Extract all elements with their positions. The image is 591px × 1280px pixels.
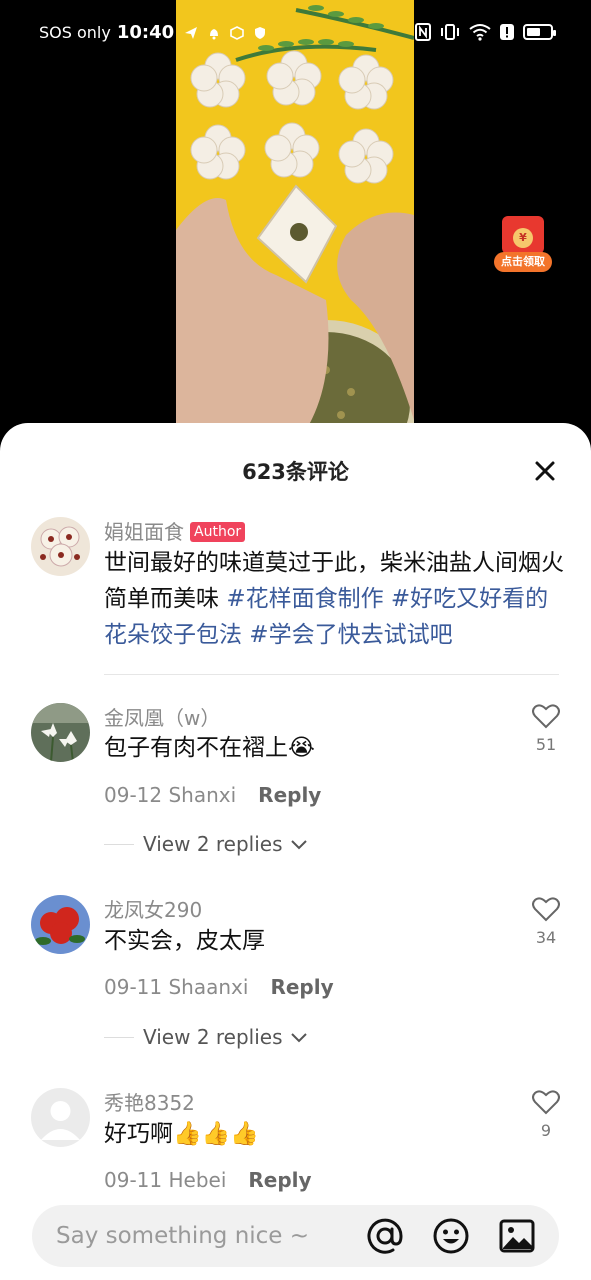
status-right [415,23,556,41]
heart-icon [532,704,560,729]
comment-text: 世间最好的味道莫过于此，柴米油盐人间烟火简单而美味 #花样面食制作 #好吃又好看… [104,545,564,653]
date-location: 09-11 Shaanxi [104,975,249,999]
author-badge: Author [190,522,246,542]
comment-username[interactable]: 秀艳8352 [104,1087,195,1116]
comment-text: 不实会，皮太厚 [104,928,265,954]
alert-icon [500,24,514,40]
comment-username[interactable]: 龙凤女290 [104,894,202,923]
comment-username[interactable]: 娟姐面食 Author [104,516,246,545]
shield-icon [255,26,266,39]
clock: 10:40 [116,22,175,43]
comment-input-container[interactable] [32,1205,559,1267]
replies-line [104,843,134,845]
red-packet-label: 点击领取 [494,252,552,272]
like-button[interactable]: 9 [528,1089,564,1140]
red-packet-button[interactable]: ¥ 点击领取 [494,216,552,274]
status-left: SOS only 10:40 [39,22,267,43]
reply-button[interactable]: Reply [270,975,333,999]
box-icon [230,25,244,40]
at-icon[interactable] [366,1217,404,1255]
comments-sheet: 623条评论 娟姐面食 Author 世间最好的味道莫过于此，柴米油盐人间烟火简单… [0,423,591,1280]
comment-text: 好巧啊👍👍👍 [104,1121,259,1147]
replies-line [104,1036,134,1038]
like-button[interactable]: 51 [528,703,564,754]
send-icon [185,26,198,39]
like-count: 9 [540,1121,552,1140]
battery-icon [523,24,556,40]
comment-meta: 09-11 Hebei Reply [104,1168,312,1192]
like-count: 51 [535,735,557,754]
emoji-icon[interactable] [432,1217,470,1255]
comment-input[interactable] [56,1217,356,1255]
avatar[interactable] [31,517,90,576]
status-bar: SOS only 10:40 [0,0,591,66]
comment-meta: 09-12 Shanxi Reply [104,783,321,807]
heart-icon [532,897,560,922]
chevron-down-icon [290,1033,307,1043]
comments-count-title: 623条评论 [242,460,349,484]
view-replies-button[interactable]: View 2 replies [104,1025,309,1049]
avatar[interactable] [31,1088,90,1147]
notification-icons [184,25,267,40]
avatar[interactable] [31,703,90,762]
date-location: 09-11 Hebei [104,1168,227,1192]
view-replies-label: View 2 replies [143,1025,283,1049]
wifi-icon [469,24,491,41]
view-replies-button[interactable]: View 2 replies [104,832,309,856]
image-icon[interactable] [498,1217,536,1255]
divider [104,674,559,675]
like-button[interactable]: 34 [528,896,564,947]
comment-input-bar [0,1192,591,1280]
comment-text: 包子有肉不在褶上😭 [104,735,315,761]
view-replies-label: View 2 replies [143,832,283,856]
date-location: 09-12 Shanxi [104,783,237,807]
bell-icon [210,28,219,39]
like-count: 34 [535,928,557,947]
comment-meta: 09-11 Shaanxi Reply [104,975,334,999]
reply-button[interactable]: Reply [248,1168,311,1192]
vibrate-icon [441,24,459,40]
username-text: 娟姐面食 [104,520,184,544]
chevron-down-icon [290,840,307,850]
coin-icon: ¥ [513,228,533,248]
carrier-label: SOS only [39,23,111,42]
close-icon[interactable] [532,458,558,484]
avatar[interactable] [31,895,90,954]
reply-button[interactable]: Reply [258,783,321,807]
comment-username[interactable]: 金凤凰（w） [104,702,220,731]
heart-icon [532,1090,560,1115]
nfc-icon [415,23,431,41]
